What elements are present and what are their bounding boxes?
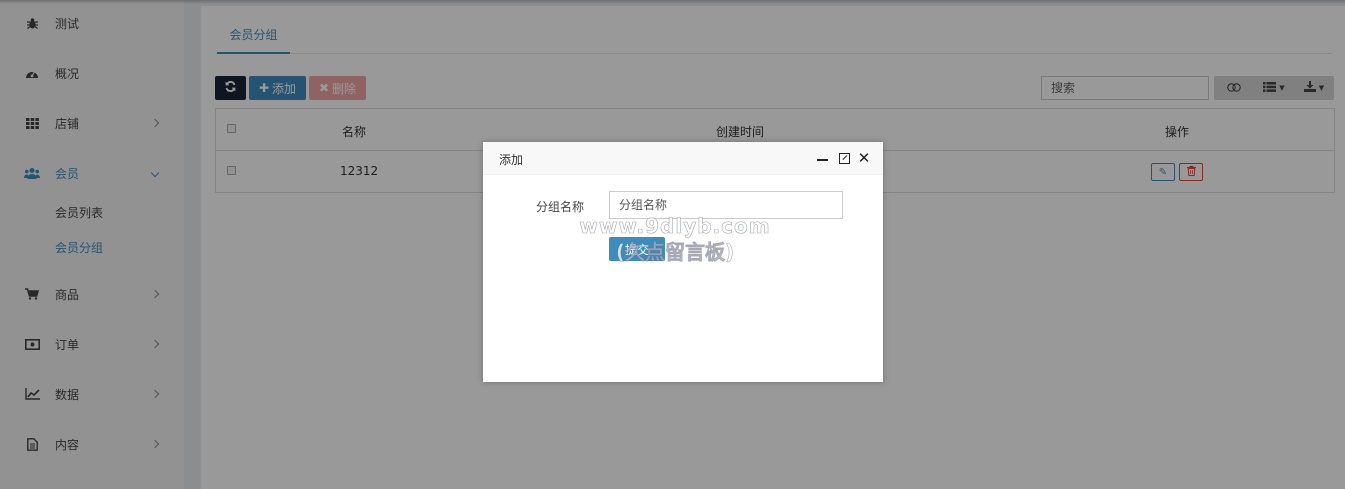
maximize-button[interactable]	[837, 151, 851, 165]
modal-title: 添加	[499, 153, 524, 167]
watermark-url: www.9dlyb.com	[579, 214, 771, 239]
group-name-label: 分组名称	[536, 200, 585, 214]
watermark-text: (久点留言板)	[615, 240, 735, 265]
maximize-icon	[838, 152, 850, 164]
watermark: www.9dlyb.com (久点留言板)	[575, 214, 775, 265]
minimize-button[interactable]	[815, 151, 829, 165]
modal-header: 添加 ✕	[483, 142, 883, 175]
top-shadow	[0, 0, 1345, 4]
close-icon: ✕	[857, 149, 871, 167]
minimize-icon	[816, 159, 828, 161]
close-button[interactable]: ✕	[857, 149, 871, 167]
